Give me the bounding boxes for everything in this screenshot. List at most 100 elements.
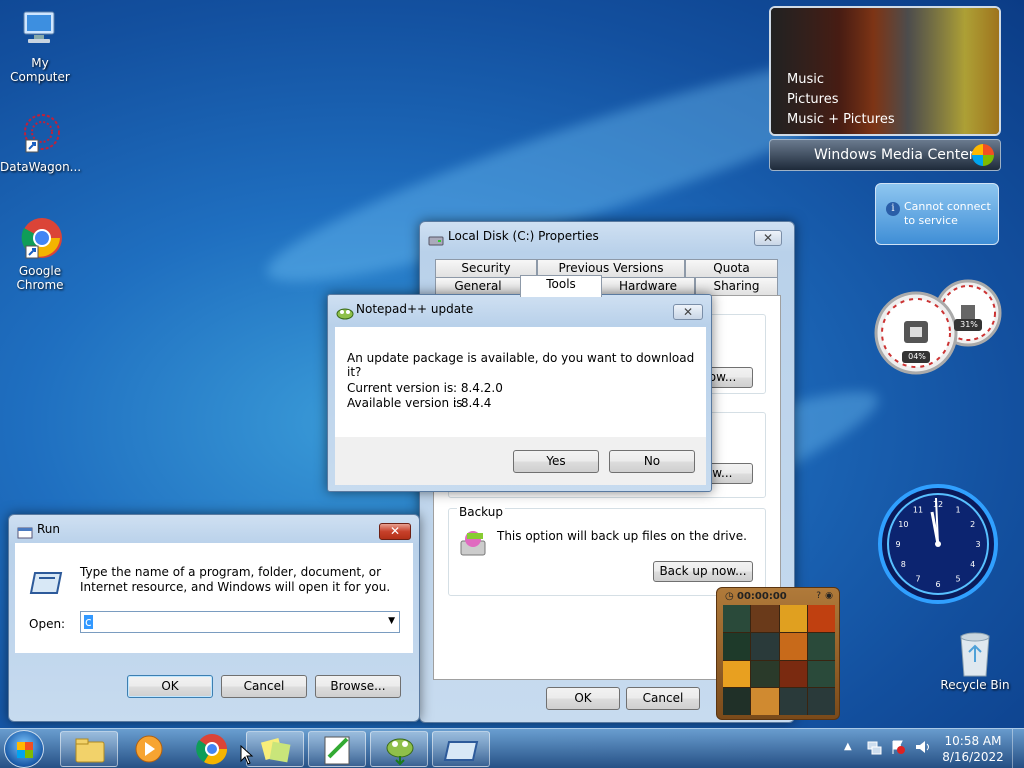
mouse-cursor-icon <box>240 744 254 765</box>
chevron-down-icon[interactable]: ▼ <box>388 616 395 626</box>
backup-label: Backup <box>457 505 505 519</box>
run-cancel-button[interactable]: Cancel <box>221 675 307 698</box>
media-center-brand-bar[interactable]: Windows Media Center <box>769 139 1001 171</box>
properties-ok-button[interactable]: OK <box>546 687 620 710</box>
media-item-music-pictures[interactable]: Music + Pictures <box>787 110 895 130</box>
tab-general[interactable]: General <box>435 277 521 295</box>
clock-number: 10 <box>898 520 908 529</box>
puzzle-tile[interactable] <box>807 605 835 632</box>
puzzle-tile[interactable] <box>723 632 751 660</box>
start-button[interactable] <box>4 730 44 768</box>
desktop-icon-google-chrome[interactable]: Google Chrome <box>0 216 80 292</box>
clock-number: 5 <box>955 575 960 584</box>
windows-logo-icon <box>17 742 33 758</box>
close-button[interactable]: ✕ <box>379 523 411 540</box>
clock-number: 7 <box>915 575 920 584</box>
datawagon-icon <box>18 112 62 156</box>
taskbar-sticky-notes[interactable] <box>246 731 304 767</box>
puzzle-tile[interactable] <box>779 660 807 688</box>
puzzle-tile[interactable] <box>807 688 835 715</box>
network-icon[interactable] <box>866 739 882 755</box>
puzzle-grid <box>723 605 835 715</box>
puzzle-tile[interactable] <box>723 688 751 715</box>
desktop-icon-recycle-bin[interactable]: Recycle Bin <box>935 630 1015 692</box>
puzzle-tile[interactable] <box>779 632 807 660</box>
run-message: Type the name of a program, folder, docu… <box>80 565 391 594</box>
taskbar-notepad-plus-plus-updater[interactable] <box>370 731 428 767</box>
clock-number: 9 <box>895 540 900 549</box>
media-center-gadget[interactable]: Music Pictures Music + Pictures <box>769 6 1001 136</box>
run-ok-button[interactable]: OK <box>127 675 213 698</box>
tab-hardware[interactable]: Hardware <box>601 277 695 295</box>
run-browse-button[interactable]: Browse... <box>315 675 401 698</box>
weather-gadget[interactable]: i Cannot connect to service <box>875 183 999 245</box>
taskbar-run-dialog[interactable] <box>432 731 490 767</box>
properties-title: Local Disk (C:) Properties <box>448 229 599 243</box>
backup-description: This option will back up files on the dr… <box>497 529 747 543</box>
clock-number: 4 <box>970 560 975 569</box>
yes-button[interactable]: Yes <box>513 450 599 473</box>
no-button[interactable]: No <box>609 450 695 473</box>
npp-update-dialog[interactable]: Notepad++ update ✕ An update package is … <box>327 294 712 492</box>
puzzle-tile[interactable] <box>779 605 807 632</box>
puzzle-tile[interactable] <box>807 632 835 660</box>
puzzle-tile[interactable] <box>751 605 779 632</box>
run-dialog[interactable]: Run ✕ Type the name of a program, folder… <box>8 514 420 722</box>
desktop-icon-label: DataWagon... <box>0 160 82 174</box>
timer-icon: ◷ <box>725 591 734 602</box>
puzzle-tile[interactable] <box>807 660 835 688</box>
media-center-brand: Windows Media Center <box>814 147 975 163</box>
open-input[interactable]: c <box>84 615 93 629</box>
puzzle-timer: 00:00:00 <box>737 591 787 602</box>
show-hidden-icons-icon[interactable]: ▲ <box>844 741 852 752</box>
run-program-icon <box>29 569 65 597</box>
puzzle-tile[interactable] <box>751 660 779 688</box>
puzzle-tile[interactable] <box>723 605 751 632</box>
system-clock[interactable]: 10:58 AM 8/16/2022 <box>940 733 1006 765</box>
puzzle-tile[interactable] <box>751 688 779 715</box>
available-version-value: : 8.4.4 <box>453 396 492 410</box>
backup-icon <box>457 527 491 561</box>
puzzle-tile[interactable] <box>751 632 779 660</box>
taskbar-explorer[interactable] <box>60 731 118 767</box>
taskbar-media-player[interactable] <box>120 731 178 767</box>
chrome-icon <box>18 216 62 260</box>
npp-update-message: An update package is available, do you w… <box>347 351 695 379</box>
taskbar-notepad-plus-plus-editor[interactable] <box>308 731 366 767</box>
properties-cancel-button[interactable]: Cancel <box>626 687 700 710</box>
action-center-flag-icon[interactable] <box>890 739 906 755</box>
back-up-now-button[interactable]: Back up now... <box>653 561 753 582</box>
puzzle-gadget[interactable]: ◷ 00:00:00 ? ◉ <box>716 587 840 720</box>
volume-icon[interactable] <box>914 739 930 755</box>
run-icon <box>443 741 479 761</box>
puzzle-tile[interactable] <box>723 660 751 688</box>
folder-icon <box>75 738 105 763</box>
current-version-value: : 8.4.2.0 <box>453 381 503 395</box>
tab-tools[interactable]: Tools <box>520 275 602 297</box>
media-item-pictures[interactable]: Pictures <box>787 90 895 110</box>
help-icon[interactable]: ? <box>816 591 821 601</box>
clock-number: 3 <box>975 540 980 549</box>
taskbar-chrome[interactable] <box>183 731 241 767</box>
hint-icon[interactable]: ◉ <box>825 591 833 601</box>
close-button[interactable]: ✕ <box>673 304 703 320</box>
available-version-label: Available version is <box>347 396 463 410</box>
open-combobox[interactable]: c ▼ <box>80 611 400 633</box>
tab-quota[interactable]: Quota <box>685 259 778 277</box>
show-desktop-button[interactable] <box>1012 729 1024 768</box>
close-button[interactable]: ✕ <box>754 230 782 246</box>
tab-sharing[interactable]: Sharing <box>695 277 778 295</box>
sticky-notes-icon <box>260 737 291 763</box>
windows-logo-icon <box>972 144 994 166</box>
cpu-usage: 04% <box>908 352 926 361</box>
run-title: Run <box>37 522 61 536</box>
info-icon: i <box>886 202 900 216</box>
clock-number: 1 <box>955 505 960 514</box>
puzzle-tile[interactable] <box>779 688 807 715</box>
cpu-meter-gadget[interactable]: 04% 31% <box>872 275 1002 375</box>
media-item-music[interactable]: Music <box>787 70 895 90</box>
desktop-icon-datawagon[interactable]: DataWagon... <box>0 112 82 174</box>
clock-gadget[interactable]: 12 1 2 3 4 5 6 7 8 9 10 11 <box>876 484 1000 608</box>
clock-number: 8 <box>901 560 906 569</box>
desktop-icon-my-computer[interactable]: My Computer <box>0 8 80 84</box>
